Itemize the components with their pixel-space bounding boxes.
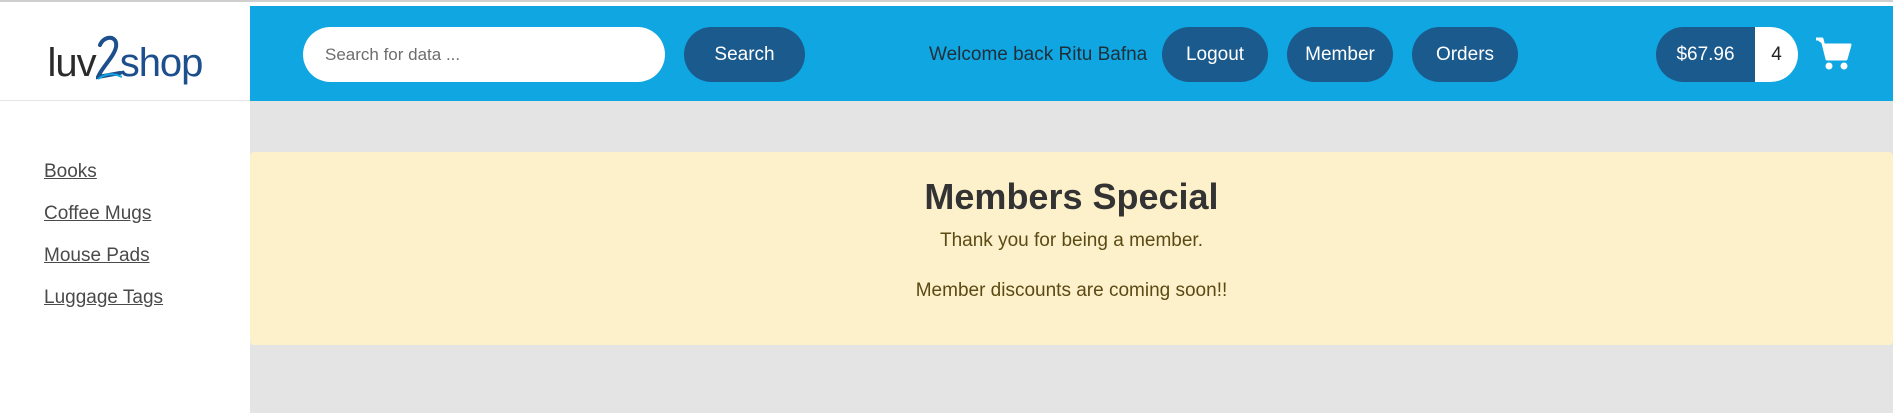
top-header: Search Welcome back Ritu Bafna Logout Me… [250,6,1893,101]
luv2shop-logo[interactable]: luv shop [48,23,203,83]
cart-total-price[interactable]: $67.96 [1656,27,1755,82]
sidebar-item-coffee-mugs[interactable]: Coffee Mugs [44,201,250,226]
welcome-message: Welcome back Ritu Bafna [929,44,1148,65]
logo-text-luv: luv [47,41,97,85]
logo-swoosh-icon [95,35,122,80]
sidebar: luv shop Books Coffee Mugs Mouse Pads Lu… [0,6,250,413]
sidebar-item-luggage-tags[interactable]: Luggage Tags [44,285,250,310]
banner-discount-text: Member discounts are coming soon!! [915,280,1228,301]
search-input[interactable] [303,27,665,82]
members-special-banner: Members Special Thank you for being a me… [250,152,1893,345]
cart-status[interactable]: $67.96 4 [1656,27,1798,82]
orders-button[interactable]: Orders [1412,27,1518,82]
logo-text-shop: shop [119,41,204,85]
main-content: Members Special Thank you for being a me… [250,101,1893,413]
banner-thank-you-text: Thank you for being a member. [940,230,1203,251]
cart-quantity[interactable]: 4 [1755,27,1798,82]
member-button[interactable]: Member [1287,27,1393,82]
category-nav: Books Coffee Mugs Mouse Pads Luggage Tag… [0,101,250,310]
search-button[interactable]: Search [684,27,805,82]
shopping-cart-icon[interactable] [1814,34,1852,72]
banner-title: Members Special [924,176,1219,217]
logo-container: luv shop [0,6,250,101]
sidebar-item-books[interactable]: Books [44,159,250,184]
logout-button[interactable]: Logout [1162,27,1268,82]
sidebar-item-mouse-pads[interactable]: Mouse Pads [44,243,250,268]
